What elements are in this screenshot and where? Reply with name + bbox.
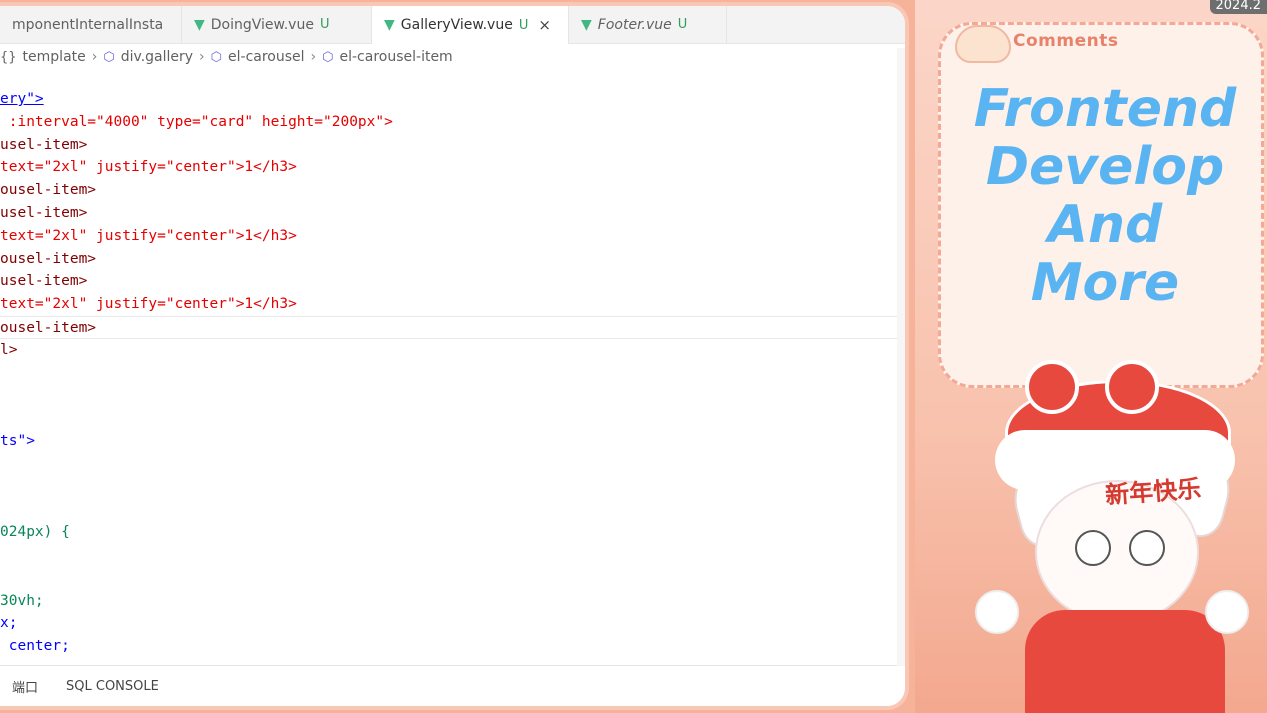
code-text: usel-item> [0, 136, 88, 153]
close-icon[interactable]: × [538, 16, 551, 34]
fur-ball [975, 590, 1019, 634]
bear-icon [955, 25, 1011, 63]
chevron-right-icon: › [91, 49, 98, 65]
code-text: ousel-item> [0, 182, 97, 199]
mascot-character: 新年快乐 [965, 360, 1265, 713]
date-chip: 2024.2 [1209, 0, 1267, 14]
code-editor: mponentInternalInsta ▼ DoingView.vue U ▼… [0, 6, 905, 706]
code-line: x; [0, 612, 17, 635]
code-text: ousel-item> [0, 250, 97, 267]
breadcrumb: {} template › ⬡ div.gallery › ⬡ el-carou… [0, 44, 900, 70]
code-line: center; [0, 635, 70, 658]
tab-component-internal-install[interactable]: mponentInternalInsta [0, 6, 182, 43]
untracked-badge: U [677, 17, 688, 32]
comments-label: Comments [1013, 31, 1119, 51]
mascot-body [1025, 610, 1225, 713]
code-text: :interval="4000" type="card" height="200… [0, 113, 393, 130]
code-line: text="2xl" justify="center">1</h3> [0, 293, 297, 316]
code-text: text="2xl" justify="center">1</h3> [0, 296, 297, 313]
code-line: ousel-item> [0, 179, 96, 202]
headline-line: Frontend [973, 79, 1237, 139]
code-line: l> [0, 339, 17, 362]
hat-ear [1105, 360, 1159, 414]
tab-label: DoingView.vue [210, 16, 314, 33]
code-line: text="2xl" justify="center">1</h3> [0, 225, 297, 248]
editor-tab-bar: mponentInternalInsta ▼ DoingView.vue U ▼… [0, 6, 905, 44]
code-text: ery"> [0, 91, 44, 107]
code-text: usel-item> [0, 205, 88, 221]
cube-icon: ⬡ [103, 49, 115, 65]
code-line: ery"> [0, 88, 44, 111]
code-line: :interval="4000" type="card" height="200… [0, 111, 393, 134]
hat-ear [1025, 360, 1079, 414]
cube-icon: ⬡ [322, 49, 334, 65]
tab-footer[interactable]: ▼ Footer.vue U [569, 6, 727, 43]
code-text: usel-item> [0, 273, 88, 290]
breadcrumb-item-el-carousel-item[interactable]: el-carousel-item [340, 49, 453, 65]
code-text: x; [0, 615, 18, 632]
vue-icon: ▼ [384, 17, 395, 33]
code-text: text="2xl" justify="center">1</h3> [0, 227, 297, 244]
breadcrumb-item-el-carousel[interactable]: el-carousel [228, 49, 305, 65]
code-text: ts"> [0, 433, 35, 449]
tab-doing-view[interactable]: ▼ DoingView.vue U [182, 6, 372, 43]
breadcrumb-item-template[interactable]: template [23, 49, 86, 65]
code-line: usel-item> [0, 270, 87, 293]
tab-sql-console[interactable]: SQL CONSOLE [66, 679, 159, 694]
untracked-badge: U [319, 17, 330, 32]
tab-label: GalleryView.vue [400, 17, 513, 33]
code-text: text="2xl" justify="center">1</h3> [0, 159, 297, 176]
headline-line: Develop [985, 137, 1225, 197]
cube-icon: ⬡ [210, 49, 223, 65]
code-line: usel-item> [0, 134, 87, 157]
new-year-banner: 新年快乐 [1104, 474, 1203, 510]
tab-gallery-view[interactable]: ▼ GalleryView.vue U × [372, 6, 569, 44]
chevron-right-icon: › [310, 49, 317, 65]
code-line: usel-item> [0, 202, 87, 225]
chevron-right-icon: › [199, 49, 205, 65]
code-text: l> [0, 341, 18, 358]
code-line-current: ousel-item> [0, 316, 897, 339]
vue-icon: ▼ [194, 16, 205, 33]
vue-icon: ▼ [581, 16, 592, 33]
vertical-scrollbar[interactable] [897, 48, 905, 666]
tab-label: mponentInternalInsta [12, 16, 164, 33]
code-line: 30vh; [0, 590, 44, 613]
code-text: 024px) { [0, 524, 70, 541]
code-text: ousel-item> [0, 320, 97, 336]
code-text: center; [0, 638, 70, 655]
mascot-eye [1129, 530, 1165, 566]
code-line: ousel-item> [0, 248, 96, 271]
headline: Frontend Develop And More [955, 80, 1255, 312]
untracked-badge: U [518, 17, 529, 33]
stream-overlay: 2024.2 Comments Frontend Develop And Mor… [915, 0, 1267, 713]
headline-line: More [1030, 253, 1180, 313]
braces-icon: {} [0, 49, 17, 65]
bottom-panel-tabs: 端口 SQL CONSOLE [0, 665, 897, 706]
code-text: 30vh; [0, 592, 44, 609]
code-line: 024px) { [0, 521, 70, 544]
mascot-eye [1075, 530, 1111, 566]
code-line: text="2xl" justify="center">1</h3> [0, 156, 297, 179]
breadcrumb-item-div-gallery[interactable]: div.gallery [121, 49, 193, 65]
code-line: ts"> [0, 430, 35, 453]
tab-label: Footer.vue [597, 16, 672, 33]
headline-line: And [1047, 195, 1163, 255]
fur-ball [1205, 590, 1249, 634]
tab-ports[interactable]: 端口 [12, 677, 38, 696]
